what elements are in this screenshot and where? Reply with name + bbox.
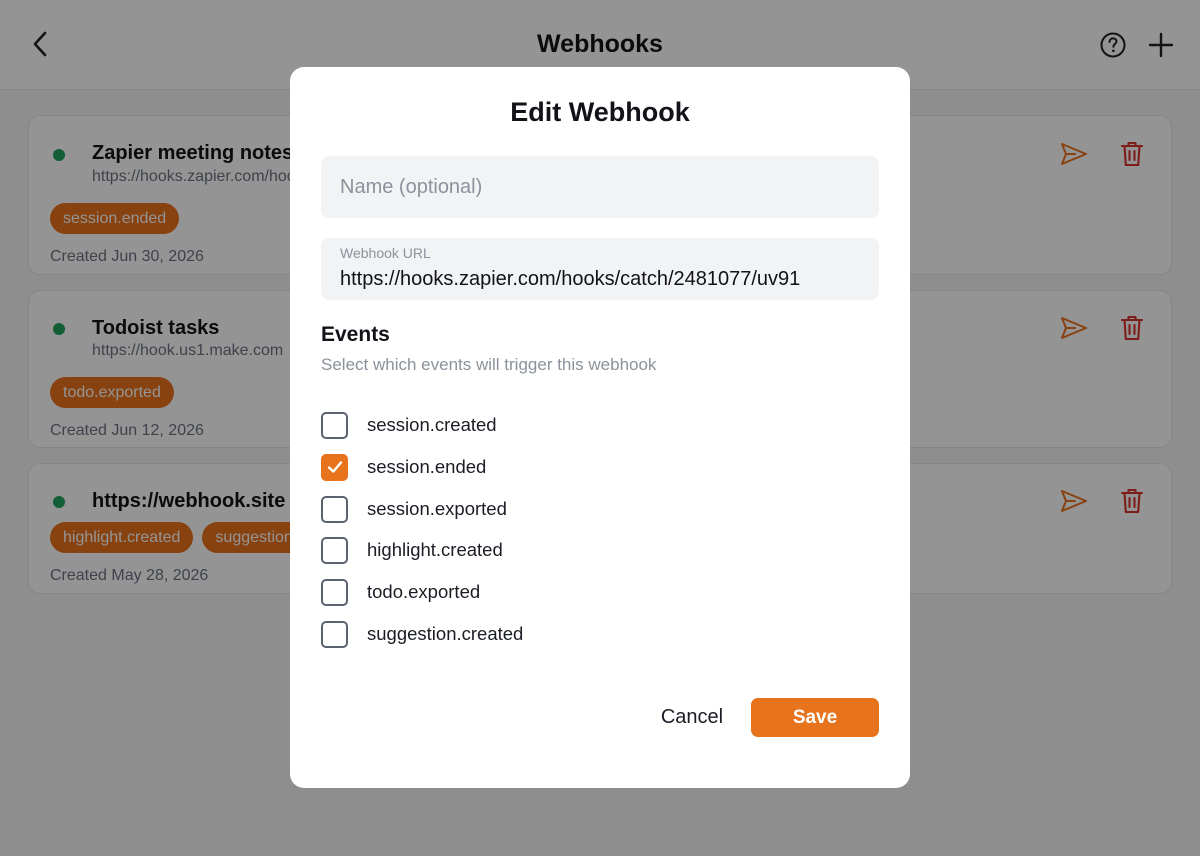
events-heading: Events	[321, 323, 390, 346]
event-option-todo-exported[interactable]: todo.exported	[321, 577, 721, 607]
dialog-title: Edit Webhook	[510, 97, 690, 127]
edit-webhook-dialog: Edit Webhook Webhook URL https://hooks.z…	[290, 67, 910, 788]
events-subtitle: Select which events will trigger this we…	[321, 355, 657, 374]
event-option-session-exported[interactable]: session.exported	[321, 494, 721, 524]
checkbox[interactable]	[321, 578, 348, 606]
save-button[interactable]: Save	[751, 698, 879, 737]
event-option-label: session.ended	[367, 456, 487, 477]
checkbox[interactable]	[321, 620, 348, 648]
checkbox[interactable]	[321, 495, 348, 523]
event-option-label: highlight.created	[367, 539, 503, 560]
event-option-label: session.created	[367, 414, 497, 435]
cancel-button[interactable]: Cancel	[649, 698, 735, 736]
checkmark-icon	[327, 461, 342, 473]
event-option-session-created[interactable]: session.created	[321, 410, 721, 440]
webhook-url-value[interactable]: https://hooks.zapier.com/hooks/catch/248…	[340, 268, 870, 291]
event-option-session-ended[interactable]: session.ended	[321, 452, 721, 482]
event-option-suggestion-created[interactable]: suggestion.created	[321, 619, 721, 649]
event-option-highlight-created[interactable]: highlight.created	[321, 535, 721, 565]
event-option-label: suggestion.created	[367, 623, 524, 644]
webhook-url-field[interactable]: Webhook URL https://hooks.zapier.com/hoo…	[321, 238, 879, 300]
checkbox[interactable]	[321, 411, 348, 439]
checkbox[interactable]	[321, 536, 348, 564]
event-option-label: session.exported	[367, 498, 507, 519]
webhook-url-label: Webhook URL	[340, 245, 431, 261]
name-input[interactable]	[321, 156, 879, 218]
event-option-label: todo.exported	[367, 581, 481, 602]
checkbox-checked[interactable]	[321, 453, 348, 481]
